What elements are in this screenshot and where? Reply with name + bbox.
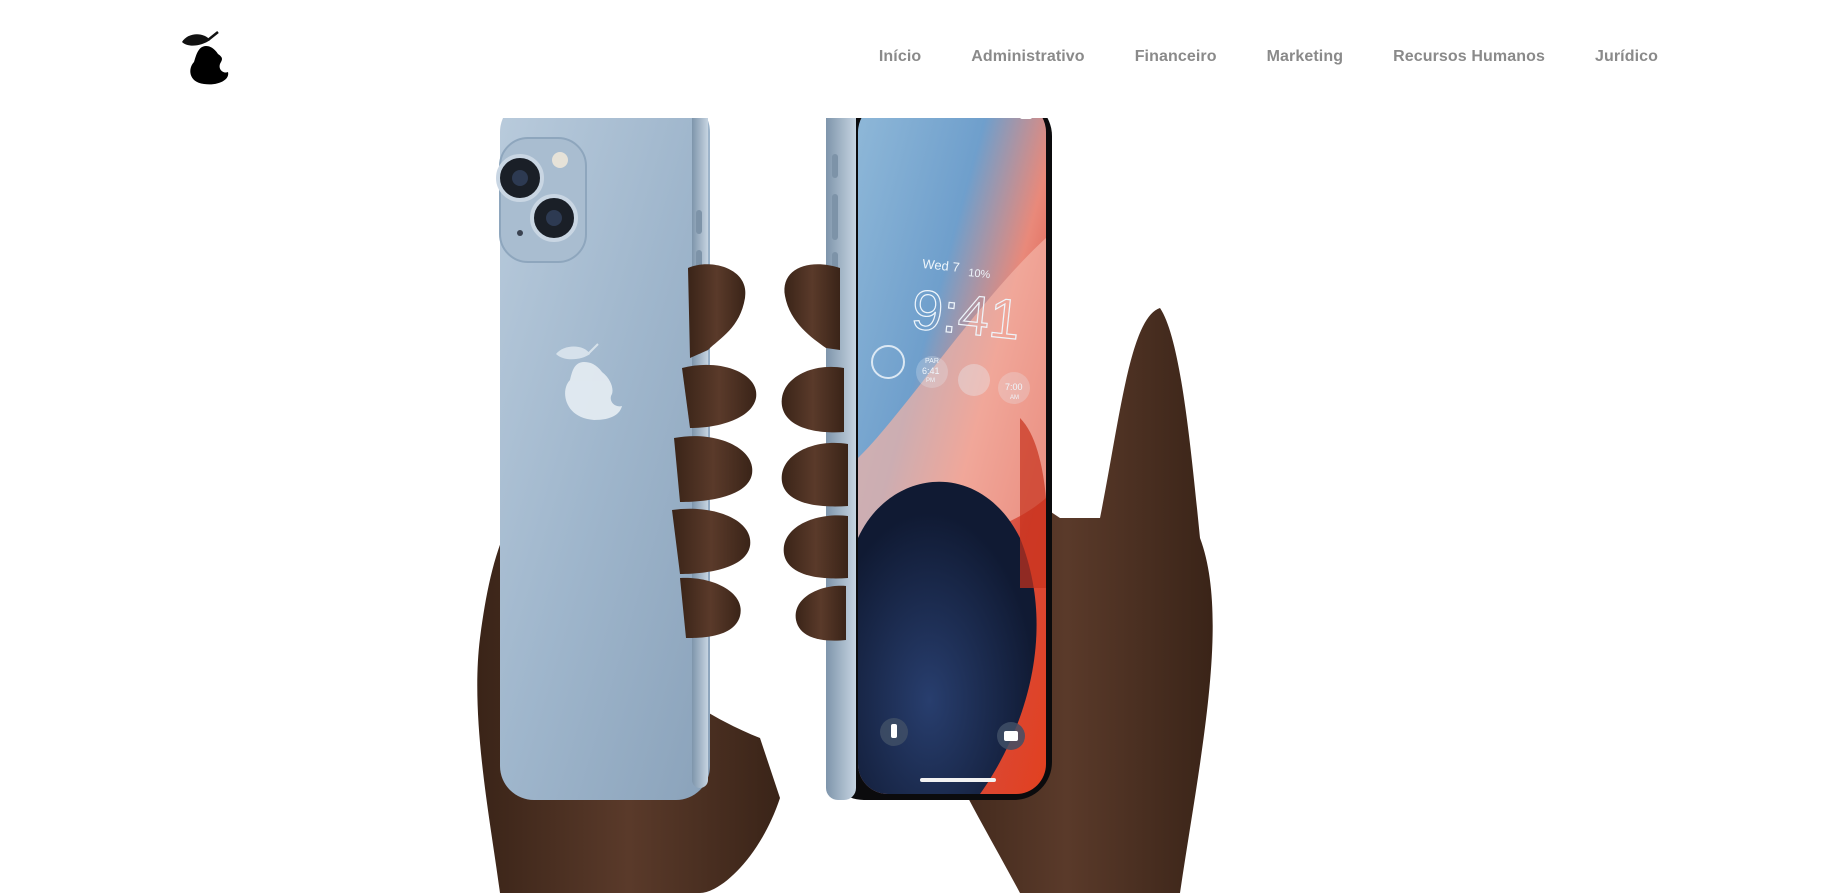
nav-juridico[interactable]: Jurídico [1595,48,1658,66]
lock-time: 9:41 [909,277,1024,351]
widget-par: PAR [925,358,939,365]
nav-recursos-humanos[interactable]: Recursos Humanos [1393,48,1545,66]
site-header: Início Administrativo Financeiro Marketi… [0,0,1848,118]
lock-weather: 10% [968,267,991,281]
widget-par-ampm: PM [926,378,935,384]
widget-alarm-ampm: AM [1010,395,1019,401]
nav-inicio[interactable]: Início [879,48,921,66]
pear-bite-logo-icon[interactable] [178,30,234,86]
phone-front: Wed 7 10% 9:41 PAR 6:41 PM 7:00 AM [826,118,1052,800]
nav-financeiro[interactable]: Financeiro [1135,48,1217,66]
hero-image: Wed 7 10% 9:41 PAR 6:41 PM 7:00 AM [460,118,1400,893]
nav-administrativo[interactable]: Administrativo [971,48,1084,66]
nav-marketing[interactable]: Marketing [1267,48,1343,66]
main-nav: Início Administrativo Financeiro Marketi… [879,48,1658,66]
widget-alarm: 7:00 [1005,382,1023,392]
widget-par-time: 6:41 [922,366,940,376]
